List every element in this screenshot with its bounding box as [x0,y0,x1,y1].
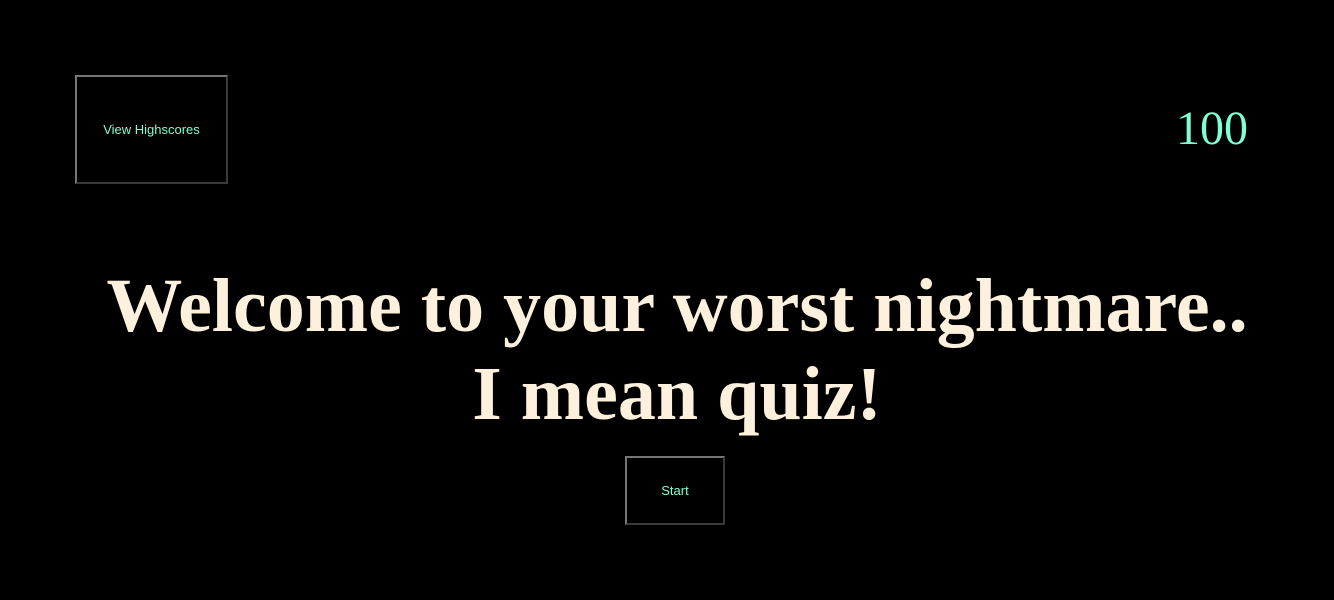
welcome-heading: Welcome to your worst nightmare.. I mean… [0,262,1334,438]
view-highscores-button[interactable]: View Highscores [75,75,228,184]
start-button[interactable]: Start [625,456,725,525]
timer-display: 100 [1176,102,1248,155]
welcome-heading-line-2: I mean quiz! [472,352,882,436]
quiz-start-page: View Highscores 100 Welcome to your wors… [0,0,1334,600]
welcome-heading-line-1: Welcome to your worst nightmare.. [106,264,1248,348]
